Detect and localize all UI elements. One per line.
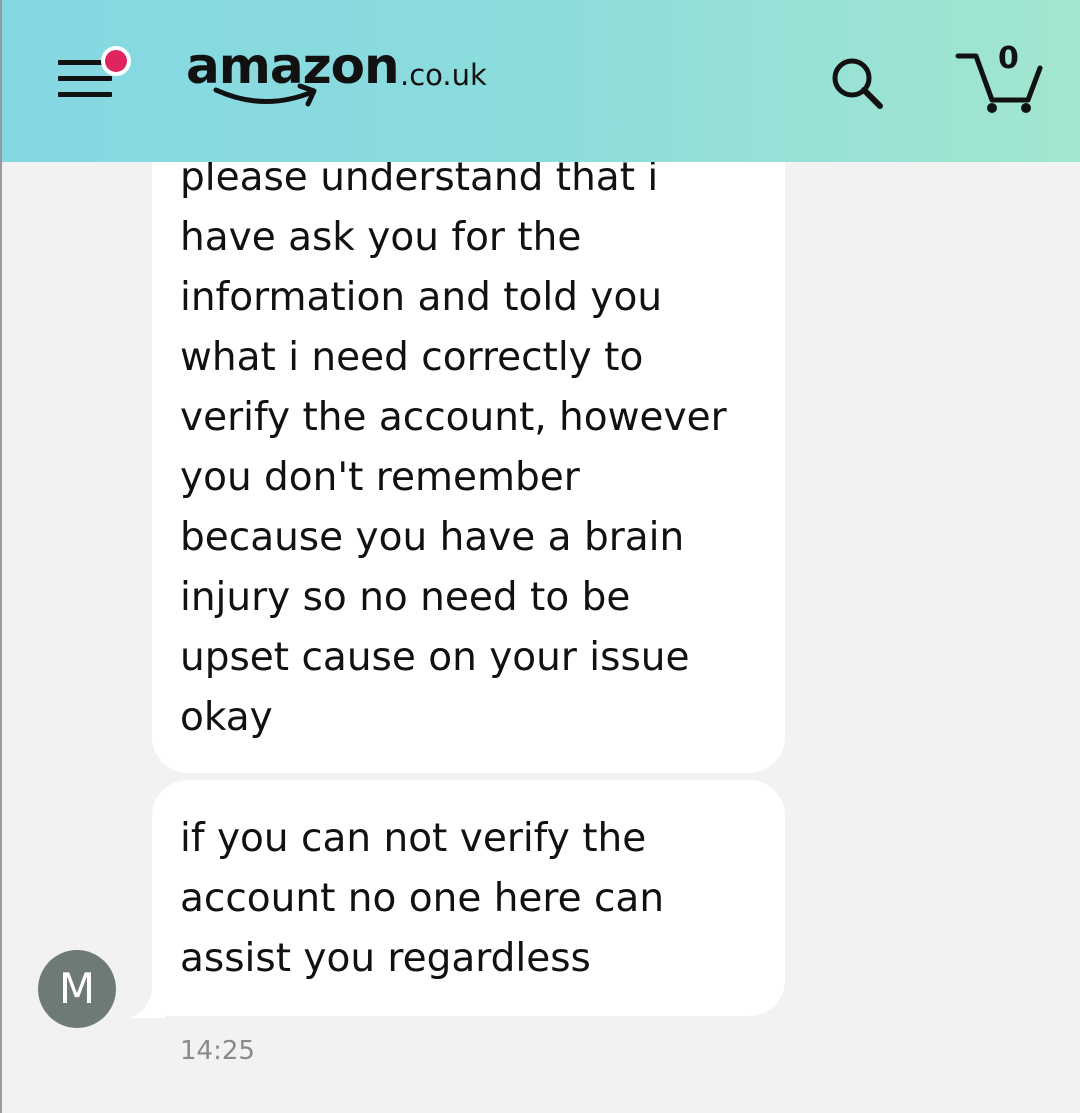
top-navigation-bar: amazon .co.uk 0 <box>2 0 1080 162</box>
message-line: okay <box>180 695 273 740</box>
message-line: because you have a brain <box>180 515 685 560</box>
hamburger-menu-icon[interactable] <box>58 46 131 106</box>
smile-arrow-icon <box>213 83 317 107</box>
message-line: have ask you for the <box>180 215 582 260</box>
app-page: please understand that i have ask you fo… <box>0 0 1080 1113</box>
message-line: if you can not verify the <box>180 816 647 861</box>
menu-bar <box>58 92 112 97</box>
logo-domain: .co.uk <box>400 58 487 92</box>
message-line: information and told you <box>180 275 663 320</box>
message-line: what i need correctly to <box>180 335 644 380</box>
message-line: verify the account, however <box>180 395 727 440</box>
message-timestamp: 14:25 <box>180 1036 255 1066</box>
cart-button[interactable]: 0 <box>954 42 1046 116</box>
message-bubble: please understand that i have ask you fo… <box>152 100 785 773</box>
message-bubble: if you can not verify the account no one… <box>152 780 785 1016</box>
message-line: account no one here can <box>180 876 665 921</box>
menu-bar <box>58 76 112 81</box>
amazon-logo[interactable]: amazon .co.uk <box>186 36 506 116</box>
cart-count-badge: 0 <box>998 41 1019 76</box>
search-icon[interactable] <box>828 54 886 112</box>
message-line: you don't remember <box>180 455 580 500</box>
message-line: upset cause on your issue <box>180 635 690 680</box>
message-line: assist you regardless <box>180 936 591 981</box>
chat-thread[interactable]: please understand that i have ask you fo… <box>2 0 1080 1113</box>
sender-avatar: M <box>38 950 116 1028</box>
notification-dot <box>101 46 131 76</box>
message-line: injury so no need to be <box>180 575 631 620</box>
